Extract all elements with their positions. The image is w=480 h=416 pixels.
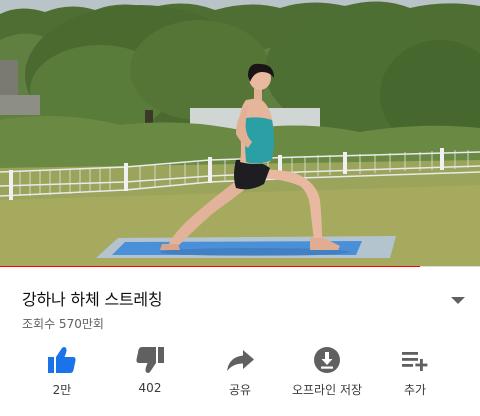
add-to-playlist-icon (402, 352, 428, 371)
share-button[interactable]: 공유 (195, 340, 285, 404)
thumbs-down-icon (136, 347, 164, 373)
share-label: 공유 (228, 383, 252, 397)
add-label: 추가 (403, 383, 427, 397)
share-icon (227, 350, 254, 371)
offline-save-label: 오프라인 저장 (291, 383, 363, 397)
download-icon (314, 347, 340, 373)
add-to-playlist-button[interactable]: 추가 (370, 340, 460, 404)
video-player[interactable] (0, 0, 480, 267)
chevron-down-icon[interactable] (448, 294, 468, 306)
like-count: 2만 (52, 383, 72, 397)
view-count: 조회수 570만회 (22, 317, 104, 331)
offline-save-button[interactable]: 오프라인 저장 (282, 340, 372, 404)
video-frame (0, 0, 480, 267)
progress-bar[interactable] (0, 266, 480, 267)
dislike-count: 402 (138, 381, 162, 395)
progress-bar-fill (0, 266, 420, 267)
thumbs-up-icon (48, 347, 76, 373)
video-title: 강하나 하체 스트레칭 (22, 290, 163, 309)
action-bar: 2만 402 공유 오프라인 저장 추가 (0, 340, 480, 406)
like-button[interactable]: 2만 (17, 340, 107, 404)
dislike-button[interactable]: 402 (105, 340, 195, 404)
